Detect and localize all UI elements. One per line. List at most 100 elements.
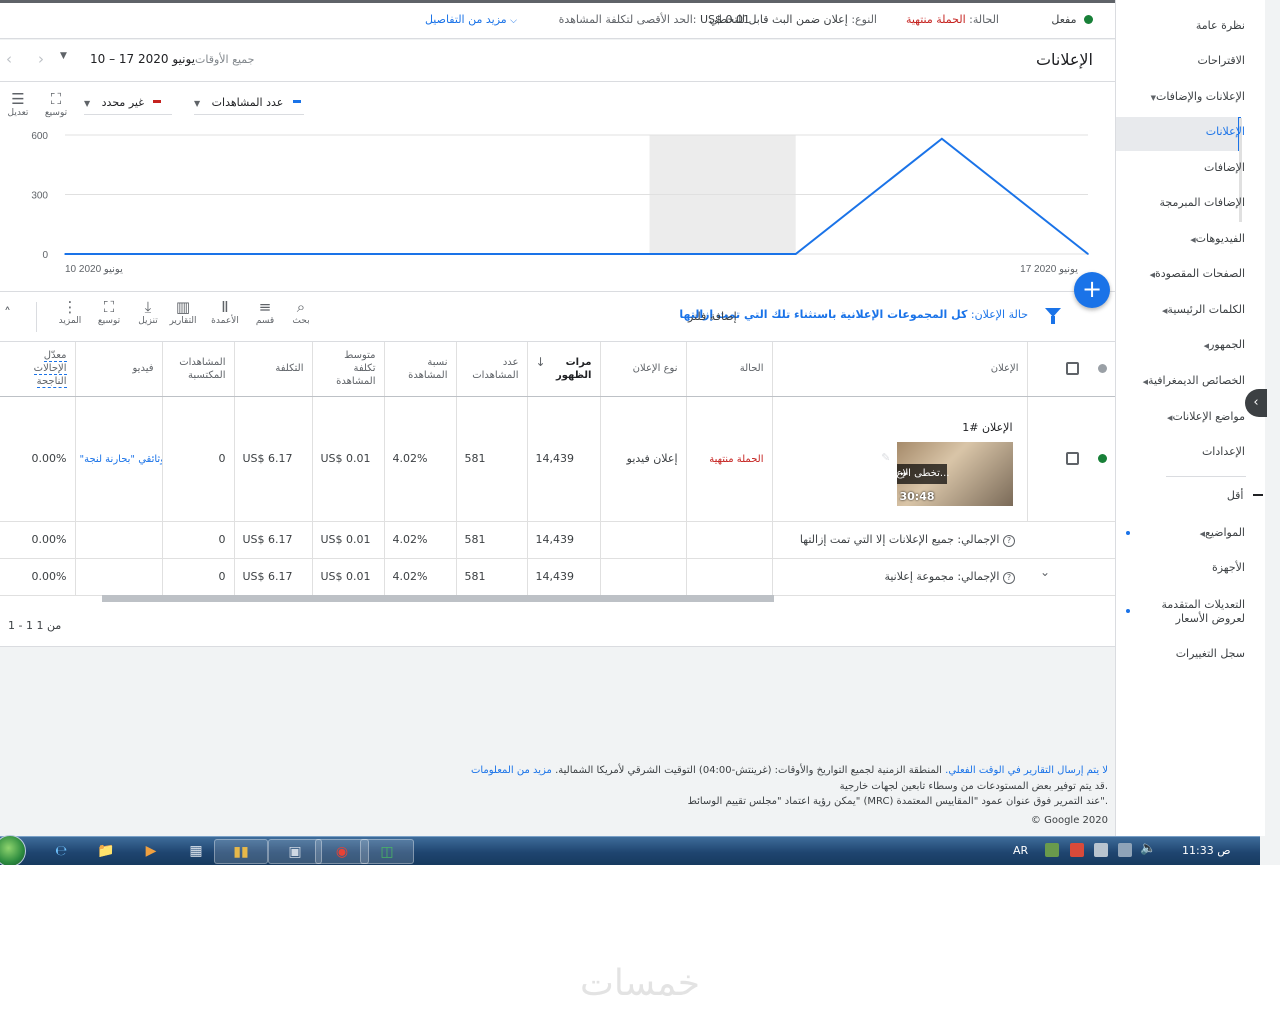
clock[interactable]: 11:33 ص xyxy=(1182,844,1231,857)
date-range[interactable]: 10 – 17 يونيو 2020 xyxy=(90,52,195,66)
khamsat-watermark: خمسات xyxy=(579,963,701,1004)
metric-selector-views[interactable]: ▼ عدد المشاهدات xyxy=(194,93,304,115)
ad-name[interactable]: الإعلان #1 xyxy=(962,421,1012,434)
sidebar-item-2[interactable]: ▼الإعلانات والإضافات xyxy=(1147,80,1245,114)
sidebar-item-10[interactable]: ◀الخصائص الديمغرافية xyxy=(1139,364,1245,398)
metric-selector-none[interactable]: ▼ غير محدد xyxy=(84,93,172,115)
more-details-link[interactable]: مزيد من التفاصيل ⌵ xyxy=(425,13,523,26)
volume-icon[interactable]: 🔈 xyxy=(1140,841,1156,856)
col-impressions-label: مرات الظهور xyxy=(555,356,592,381)
footer-more-info-link[interactable]: مزيد من المعلومات xyxy=(471,765,552,776)
help-icon[interactable]: ? xyxy=(1003,534,1015,547)
sidebar-item-8[interactable]: ◀الكلمات الرئيسية xyxy=(1158,293,1245,327)
help-icon[interactable]: ? xyxy=(1003,571,1015,584)
ad-preview[interactable]: الإعلان #1 ✎ تخطى الإع... ⏭ 30:48 xyxy=(773,397,1027,521)
table-tool-label: تنزيل xyxy=(138,316,158,326)
table-header-row: معدّل الإحالات الناجحة فيديو المشاهدات ا… xyxy=(0,342,1115,397)
date-dropdown-caret-icon[interactable]: ▼ xyxy=(60,51,67,61)
next-period-icon[interactable]: › xyxy=(38,50,44,68)
video-link[interactable]: "وثائقي "بحارنة لنجة xyxy=(80,454,162,465)
sidebar-item-label: الصفحات المقصودة xyxy=(1154,267,1245,280)
collapse-sidebar-chevron-icon[interactable]: ‹ xyxy=(1245,389,1267,417)
tray-app-icon[interactable] xyxy=(1094,843,1108,857)
sidebar-item-label: الإعلانات والإضافات xyxy=(1155,90,1245,103)
start-button-windows-icon[interactable] xyxy=(0,835,26,865)
bar-chart-app-icon[interactable]: ▮▮ xyxy=(214,839,268,864)
table-tool-segment-button[interactable]: ≡ قسم xyxy=(250,298,280,326)
total-cost: US$ 6.17 xyxy=(234,521,313,559)
sidebar-less-toggle[interactable]: أقل xyxy=(1227,479,1263,513)
sidebar-item-3[interactable]: الإعلانات xyxy=(1206,115,1245,149)
sidebar-item-1[interactable]: الاقتراحات xyxy=(1197,44,1245,78)
sidebar-item-4[interactable]: الإضافات xyxy=(1204,151,1245,185)
cell-video-link[interactable]: "وثائقي "بحارنة لنجة xyxy=(75,396,163,522)
y-tick-label: 0 xyxy=(42,250,48,261)
video-thumbnail[interactable]: تخطى الإع... ⏭ 30:48 xyxy=(896,441,1013,506)
sidebar-lower-item-advanced-bids[interactable]: التعديلات المتقدمة لعروض الأسعار xyxy=(1162,598,1246,626)
col-header-video[interactable]: فيديو xyxy=(75,342,163,397)
new-indicator-dot xyxy=(1126,609,1130,613)
previous-period-icon[interactable]: ‹ xyxy=(6,50,12,68)
horizontal-scrollbar[interactable] xyxy=(102,595,774,602)
total-avg-cpv: US$ 0.01 xyxy=(312,521,385,559)
table-tool-reports-button[interactable]: ▥ التقارير xyxy=(168,298,198,326)
sidebar-item-12[interactable]: الإعدادات xyxy=(1202,435,1245,469)
table-row[interactable]: 0.00% "وثائقي "بحارنة لنجة 0 US$ 6.17 US… xyxy=(0,396,1115,522)
chart-expand-button[interactable]: ⛶ توسيع xyxy=(42,90,70,118)
security-tray-icon[interactable] xyxy=(1045,843,1059,857)
excel-icon[interactable]: ◫ xyxy=(360,839,414,864)
col-header-ad[interactable]: الإعلان xyxy=(772,342,1028,397)
col-header-cost[interactable]: التكلفة xyxy=(234,342,313,397)
date-preset[interactable]: جميع الأوقات xyxy=(195,53,254,66)
filter-icon[interactable] xyxy=(1045,308,1061,324)
action-center-flag-icon[interactable] xyxy=(1070,843,1084,857)
sidebar-item-0[interactable]: نظرة عامة xyxy=(1196,9,1245,43)
total-status xyxy=(686,521,773,559)
network-tray-icon[interactable] xyxy=(1118,843,1132,857)
sidebar-lower-item-1[interactable]: الأجهزة xyxy=(1212,551,1245,585)
chart-adjust-button[interactable]: ☰ تعديل xyxy=(4,90,32,118)
col-header-views[interactable]: عدد المشاهدات xyxy=(456,342,528,397)
sidebar-lower-item-3[interactable]: سجل التغييرات xyxy=(1176,637,1245,671)
enabled-status[interactable]: مفعل xyxy=(1051,13,1093,26)
sidebar-item-7[interactable]: ◀الصفحات المقصودة xyxy=(1146,257,1245,291)
table-tool-more-button[interactable]: ⋮ المزيد xyxy=(55,298,85,326)
sidebar-item-11[interactable]: ◀مواضع الإعلانات xyxy=(1163,400,1245,434)
edit-pencil-icon[interactable]: ✎ xyxy=(881,451,890,464)
col-header-ad-type[interactable]: نوع الإعلان xyxy=(600,342,687,397)
table-tool-search-button[interactable]: ⌕ بحث xyxy=(286,298,316,326)
col-header-earned-views[interactable]: المشاهدات المكتسبة xyxy=(162,342,235,397)
add-filter-button[interactable]: إضافة فلتر xyxy=(688,310,737,323)
total-earned-views: 0 xyxy=(162,558,235,596)
sidebar-item-5[interactable]: الإضافات المبرمجة xyxy=(1159,186,1245,220)
table-tool-expand-button[interactable]: ⛶ توسيع xyxy=(94,298,124,326)
tune-icon: ☰ xyxy=(11,90,25,108)
footer-line-1: لا يتم إرسال التقارير في الوقت الفعلي. ا… xyxy=(208,765,1108,776)
cell-ad[interactable]: الإعلان #1 ✎ تخطى الإع... ⏭ 30:48 xyxy=(772,396,1028,522)
row-checkbox[interactable] xyxy=(1065,452,1079,466)
add-ad-fab-button[interactable]: + xyxy=(1074,272,1110,308)
sidebar-item-label: سجل التغييرات xyxy=(1175,647,1245,660)
col-header-status[interactable]: الحالة xyxy=(686,342,773,397)
expand-chevron-down-icon[interactable]: ⌄ xyxy=(1040,565,1050,579)
col-header-impressions[interactable]: ↓ مرات الظهور xyxy=(527,342,601,397)
select-all-checkbox[interactable] xyxy=(1065,362,1079,375)
series-line-views xyxy=(65,137,1089,255)
network-app-icon[interactable]: ▣ xyxy=(268,839,322,864)
cell-ad-type: إعلان فيديو xyxy=(600,396,687,522)
footer-realtime-link[interactable]: لا يتم إرسال التقارير في الوقت الفعلي. xyxy=(945,765,1108,776)
type-label: النوع: xyxy=(851,13,877,26)
table-tool-columns-button[interactable]: Ⅱ الأعمدة xyxy=(210,298,240,326)
col-header-conv-rate[interactable]: معدّل الإحالات الناجحة xyxy=(0,342,76,397)
sidebar-item-6[interactable]: ◀الفيديوهات xyxy=(1186,222,1245,256)
sidebar-item-9[interactable]: ◀الجمهور xyxy=(1200,328,1245,362)
col-header-select xyxy=(1027,342,1115,397)
table-tool-label: بحث xyxy=(292,316,310,326)
col-header-avg-cpv[interactable]: متوسط تكلفة المشاهدة xyxy=(312,342,385,397)
language-indicator[interactable]: AR xyxy=(1013,844,1028,857)
sidebar-lower-item-0[interactable]: ◀المواضيع xyxy=(1196,516,1245,550)
col-header-view-rate[interactable]: نسبة المشاهدة xyxy=(384,342,457,397)
footer-line-3: يمكن رؤية اعتماد "مجلس تقييم الوسائط" (M… xyxy=(687,796,1108,807)
table-tool-download-button[interactable]: ⤓ تنزيل xyxy=(133,298,163,326)
collapse-chevron-up-icon[interactable]: ˄ xyxy=(4,306,11,322)
